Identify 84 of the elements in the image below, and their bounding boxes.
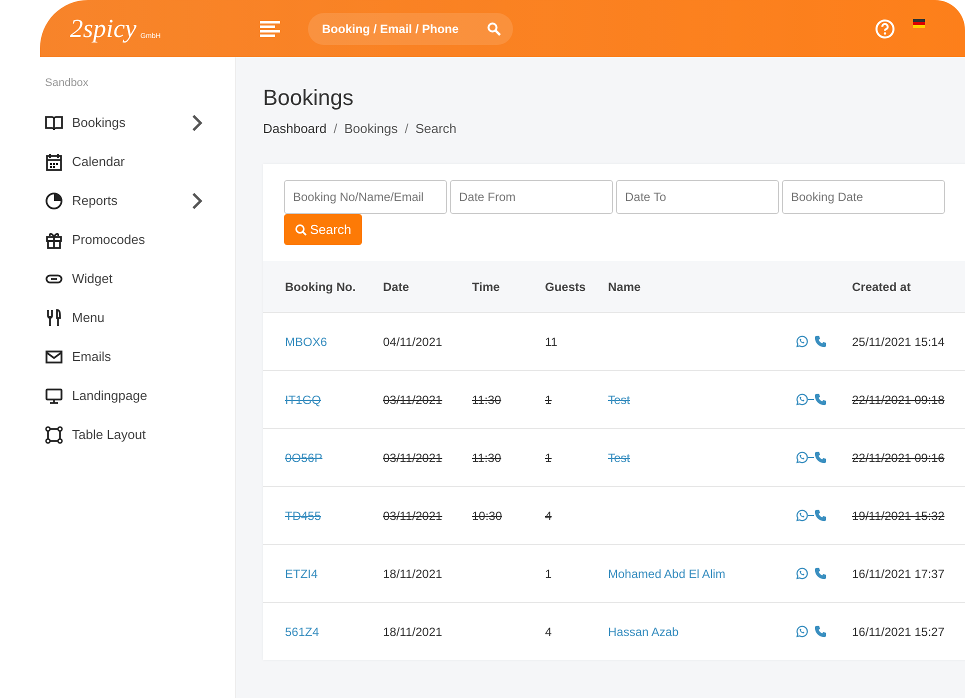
table-cell: 1 bbox=[545, 392, 552, 406]
table-cell: 10:30 bbox=[472, 508, 502, 522]
table-cell: 22/11/2021 09:16 bbox=[852, 450, 945, 464]
book-icon[interactable] bbox=[45, 114, 63, 132]
column-header: Date bbox=[383, 280, 410, 294]
table-cell: 25/11/2021 15:14 bbox=[852, 334, 945, 348]
search-icon bbox=[295, 224, 307, 236]
column-header: Booking No. bbox=[285, 280, 356, 294]
table-cell: 18/11/2021 bbox=[383, 624, 442, 638]
input-field[interactable]: Date From bbox=[450, 180, 613, 214]
table-cell: 03/11/2021 bbox=[383, 508, 442, 522]
column-header: Name bbox=[608, 280, 641, 294]
input-field[interactable]: Booking Date bbox=[782, 180, 945, 214]
calendar-icon[interactable] bbox=[45, 152, 63, 170]
column-header: Guests bbox=[545, 280, 586, 294]
mail-icon[interactable] bbox=[45, 348, 63, 366]
table-cell: 4 bbox=[545, 508, 552, 522]
help-icon[interactable] bbox=[875, 18, 895, 38]
table-cell: 18/11/2021 bbox=[383, 566, 442, 580]
column-header: Time bbox=[472, 280, 500, 294]
sidebar-item[interactable]: Widget bbox=[72, 271, 215, 286]
booking-link[interactable]: IT1GQ bbox=[285, 392, 322, 406]
phone-icon[interactable] bbox=[814, 393, 827, 406]
search-icon[interactable] bbox=[487, 22, 501, 36]
menu-icon[interactable] bbox=[260, 20, 280, 36]
table-cell: 4 bbox=[545, 624, 552, 638]
chat-icon[interactable] bbox=[795, 451, 808, 464]
table-cell: 16/11/2021 17:37 bbox=[852, 566, 945, 580]
table-layout-icon[interactable] bbox=[45, 426, 63, 444]
guest-name-link[interactable]: Mohamed Abd El Alim bbox=[608, 566, 726, 580]
breadcrumb-separator: / bbox=[404, 121, 408, 136]
pie-chart-icon[interactable] bbox=[45, 192, 63, 210]
chat-icon[interactable] bbox=[795, 625, 808, 638]
breadcrumb-link[interactable]: Dashboard bbox=[263, 121, 327, 136]
table-cell: 11 bbox=[545, 334, 558, 348]
booking-link[interactable]: TD455 bbox=[285, 508, 322, 522]
sidebar-item[interactable]: Menu bbox=[72, 310, 215, 325]
cutlery-icon[interactable] bbox=[45, 308, 63, 326]
flag-icon[interactable] bbox=[913, 19, 925, 28]
sidebar-item[interactable]: Reports bbox=[72, 193, 188, 208]
table-cell: 1 bbox=[545, 450, 552, 464]
table-cell: 04/11/2021 bbox=[383, 334, 442, 348]
sidebar-item[interactable]: Emails bbox=[72, 349, 215, 364]
search-button[interactable]: Search bbox=[284, 214, 362, 245]
table-cell: 03/11/2021 bbox=[383, 450, 442, 464]
booking-link[interactable]: ETZI4 bbox=[285, 566, 318, 580]
booking-link[interactable]: 561Z4 bbox=[285, 624, 320, 638]
phone-icon[interactable] bbox=[814, 625, 827, 638]
sidebar-item[interactable]: Bookings bbox=[72, 115, 188, 130]
sidebar-item[interactable]: Promocodes bbox=[72, 232, 215, 247]
table-cell: 16/11/2021 15:27 bbox=[852, 624, 945, 638]
phone-icon[interactable] bbox=[814, 451, 827, 464]
table-cell: 11:30 bbox=[472, 450, 502, 464]
logo[interactable]: 2spicy bbox=[70, 16, 136, 42]
input-field[interactable]: Booking No/Name/Email bbox=[284, 180, 447, 214]
table-cell: 22/11/2021 09:18 bbox=[852, 392, 945, 406]
column-header: Created at bbox=[852, 280, 911, 294]
chat-icon[interactable] bbox=[795, 567, 808, 580]
table-cell: 11:30 bbox=[472, 392, 502, 406]
table-cell: 19/11/2021 15:32 bbox=[852, 508, 945, 522]
input-field[interactable]: Date To bbox=[616, 180, 779, 214]
phone-icon[interactable] bbox=[814, 567, 827, 580]
phone-icon[interactable] bbox=[814, 509, 827, 522]
section-label: Sandbox bbox=[45, 77, 90, 89]
guest-name-link[interactable]: Test bbox=[608, 392, 630, 406]
guest-name-link[interactable]: Test bbox=[608, 450, 630, 464]
chat-icon[interactable] bbox=[795, 393, 808, 406]
guest-name-link[interactable]: Hassan Azab bbox=[608, 624, 679, 638]
chat-icon[interactable] bbox=[795, 509, 808, 522]
table-cell: 03/11/2021 bbox=[383, 392, 442, 406]
breadcrumb-separator: / bbox=[334, 121, 338, 136]
breadcrumb-current: Search bbox=[415, 121, 457, 136]
chat-icon[interactable] bbox=[795, 335, 808, 348]
booking-link[interactable]: 0O56P bbox=[285, 450, 322, 464]
monitor-icon[interactable] bbox=[45, 386, 63, 404]
phone-icon[interactable] bbox=[814, 335, 827, 348]
sidebar-item[interactable]: Calendar bbox=[72, 154, 215, 169]
sidebar-item[interactable]: Table Layout bbox=[72, 427, 215, 442]
booking-link[interactable]: MBOX6 bbox=[285, 334, 328, 348]
page-title: Bookings bbox=[263, 85, 355, 111]
breadcrumb-link[interactable]: Bookings bbox=[344, 121, 398, 136]
table-cell: 1 bbox=[545, 566, 552, 580]
gift-icon[interactable] bbox=[45, 230, 63, 248]
sidebar-item[interactable]: Landingpage bbox=[72, 388, 215, 403]
